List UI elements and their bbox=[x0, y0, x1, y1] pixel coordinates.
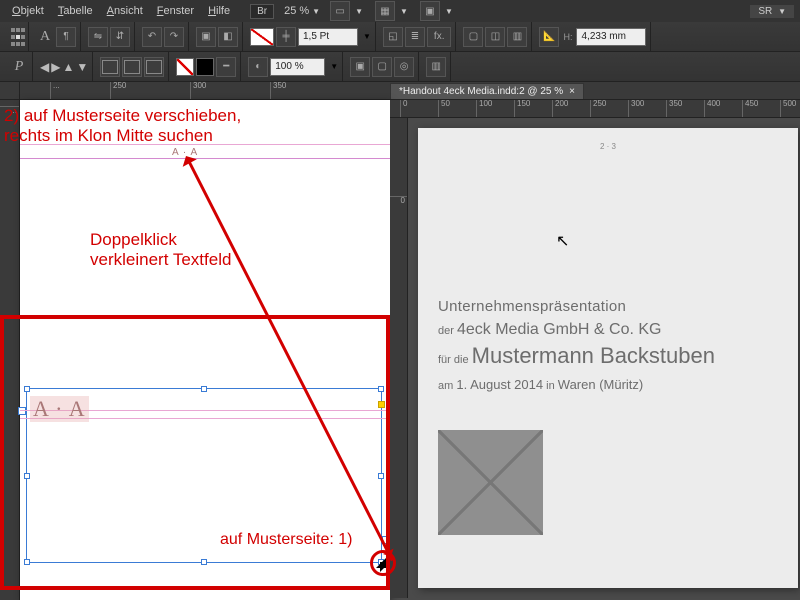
chevron-down-icon: ▼ bbox=[330, 62, 338, 71]
ruler-origin[interactable] bbox=[0, 82, 20, 100]
view-mode-btn[interactable]: ▭ bbox=[330, 1, 350, 21]
control-bar-2: P ◀ ▶ ▲ ▼ ━ ◐ ▼ ▣ ▢ ◎ ▥ bbox=[0, 52, 800, 82]
container-select-icon[interactable]: ▣ bbox=[196, 27, 216, 47]
document-spread[interactable]: 2 · 3 Unternehmenspräsentation der 4eck … bbox=[418, 128, 798, 588]
bridge-button[interactable]: Br bbox=[250, 4, 274, 19]
menu-fenster[interactable]: Fenster bbox=[151, 3, 200, 19]
align-center-icon[interactable] bbox=[122, 57, 142, 77]
fill-none-swatch[interactable] bbox=[176, 58, 194, 76]
align-right-icon[interactable] bbox=[144, 57, 164, 77]
stroke-weight-input[interactable] bbox=[298, 28, 358, 46]
ruler-vertical-right[interactable]: 0 bbox=[390, 118, 408, 598]
corner-options-icon[interactable]: ◱ bbox=[383, 27, 403, 47]
nudge-left-icon[interactable]: ◀ bbox=[40, 60, 49, 74]
close-icon[interactable]: × bbox=[569, 86, 575, 97]
height-input[interactable] bbox=[576, 28, 646, 46]
flip-v-icon[interactable]: ⇵ bbox=[110, 27, 130, 47]
zoom-level[interactable]: 25 %▼ bbox=[284, 5, 320, 17]
measure-icon[interactable]: 📐 bbox=[539, 27, 559, 47]
chevron-down-icon: ▼ bbox=[355, 7, 363, 16]
document-tab-title: *Handout 4eck Media.indd:2 @ 25 % bbox=[399, 86, 563, 97]
menu-ansicht[interactable]: Ansicht bbox=[101, 3, 149, 19]
fill-stroke-icon[interactable] bbox=[250, 28, 274, 46]
stroke-style-dd[interactable]: ━ bbox=[216, 57, 236, 77]
char-style-dd[interactable]: ¶ bbox=[56, 27, 76, 47]
cursor-icon: ↖ bbox=[556, 231, 569, 251]
nudge-up-icon[interactable]: ▲ bbox=[62, 60, 74, 74]
menu-objekt[interactable]: Objekt bbox=[6, 3, 50, 19]
document-text: Unternehmenspräsentation der 4eck Media … bbox=[438, 298, 768, 392]
stroke-align-icon[interactable]: ╪ bbox=[276, 27, 296, 47]
frame-fit-2-icon[interactable]: ◫ bbox=[485, 27, 505, 47]
menu-tabelle[interactable]: Tabelle bbox=[52, 3, 99, 19]
frame-fit-3-icon[interactable]: ▥ bbox=[507, 27, 527, 47]
effects-button[interactable]: fx. bbox=[427, 27, 452, 47]
ruler-horizontal-right[interactable]: 0 50 100 150 200 250 300 350 400 450 500 bbox=[390, 100, 800, 118]
reference-point[interactable] bbox=[10, 27, 24, 47]
align-left-icon[interactable] bbox=[100, 57, 120, 77]
height-label-icon: H: bbox=[561, 32, 574, 42]
page-number-marker: 2 · 3 bbox=[600, 142, 616, 151]
content-select-icon[interactable]: ◧ bbox=[218, 27, 238, 47]
chevron-down-icon: ▼ bbox=[363, 32, 371, 41]
rotate-cw-icon[interactable]: ↷ bbox=[164, 27, 184, 47]
canvas: ... *Handout 4eck Media.indd:2 @ 25 % × … bbox=[0, 100, 800, 600]
center-content-icon[interactable]: ◎ bbox=[394, 57, 414, 77]
annotation-highlight-box bbox=[0, 315, 390, 590]
rotate-ccw-icon[interactable]: ↶ bbox=[142, 27, 162, 47]
fill-black-swatch[interactable] bbox=[196, 58, 214, 76]
chevron-down-icon: ▼ bbox=[400, 7, 408, 16]
menu-hilfe[interactable]: Hilfe bbox=[202, 3, 236, 19]
document-tab[interactable]: *Handout 4eck Media.indd:2 @ 25 % × bbox=[390, 83, 584, 99]
screen-mode-btn[interactable]: ▦ bbox=[375, 1, 395, 21]
frame-fit-1-icon[interactable]: ▢ bbox=[463, 27, 483, 47]
fit-content-icon[interactable]: ▣ bbox=[350, 57, 370, 77]
control-bar-1: A ¶ ⇋ ⇵ ↶ ↷ ▣ ◧ ╪ ▼ ◱ ≣ fx. ▢ ◫ ▥ 📐 H: bbox=[0, 22, 800, 52]
nudge-down-icon[interactable]: ▼ bbox=[76, 60, 88, 74]
workspace-switcher[interactable]: SR ▼ bbox=[750, 5, 794, 18]
arrange-btn[interactable]: ▣ bbox=[420, 1, 440, 21]
columns-icon[interactable]: ▥ bbox=[426, 57, 446, 77]
text-wrap-icon[interactable]: ≣ bbox=[405, 27, 425, 47]
menubar: Objekt Tabelle Ansicht Fenster Hilfe Br … bbox=[0, 0, 800, 22]
fit-frame-icon[interactable]: ▢ bbox=[372, 57, 392, 77]
nudge-right-icon[interactable]: ▶ bbox=[51, 60, 60, 74]
flip-h-icon[interactable]: ⇋ bbox=[88, 27, 108, 47]
paragraph-format-icon[interactable]: P bbox=[10, 58, 28, 76]
chevron-down-icon: ▼ bbox=[312, 7, 320, 16]
chevron-down-icon: ▼ bbox=[445, 7, 453, 16]
character-format-icon[interactable]: A bbox=[36, 28, 54, 46]
image-placeholder[interactable] bbox=[438, 430, 543, 535]
opacity-icon[interactable]: ◐ bbox=[248, 57, 268, 77]
opacity-input[interactable] bbox=[270, 58, 325, 76]
